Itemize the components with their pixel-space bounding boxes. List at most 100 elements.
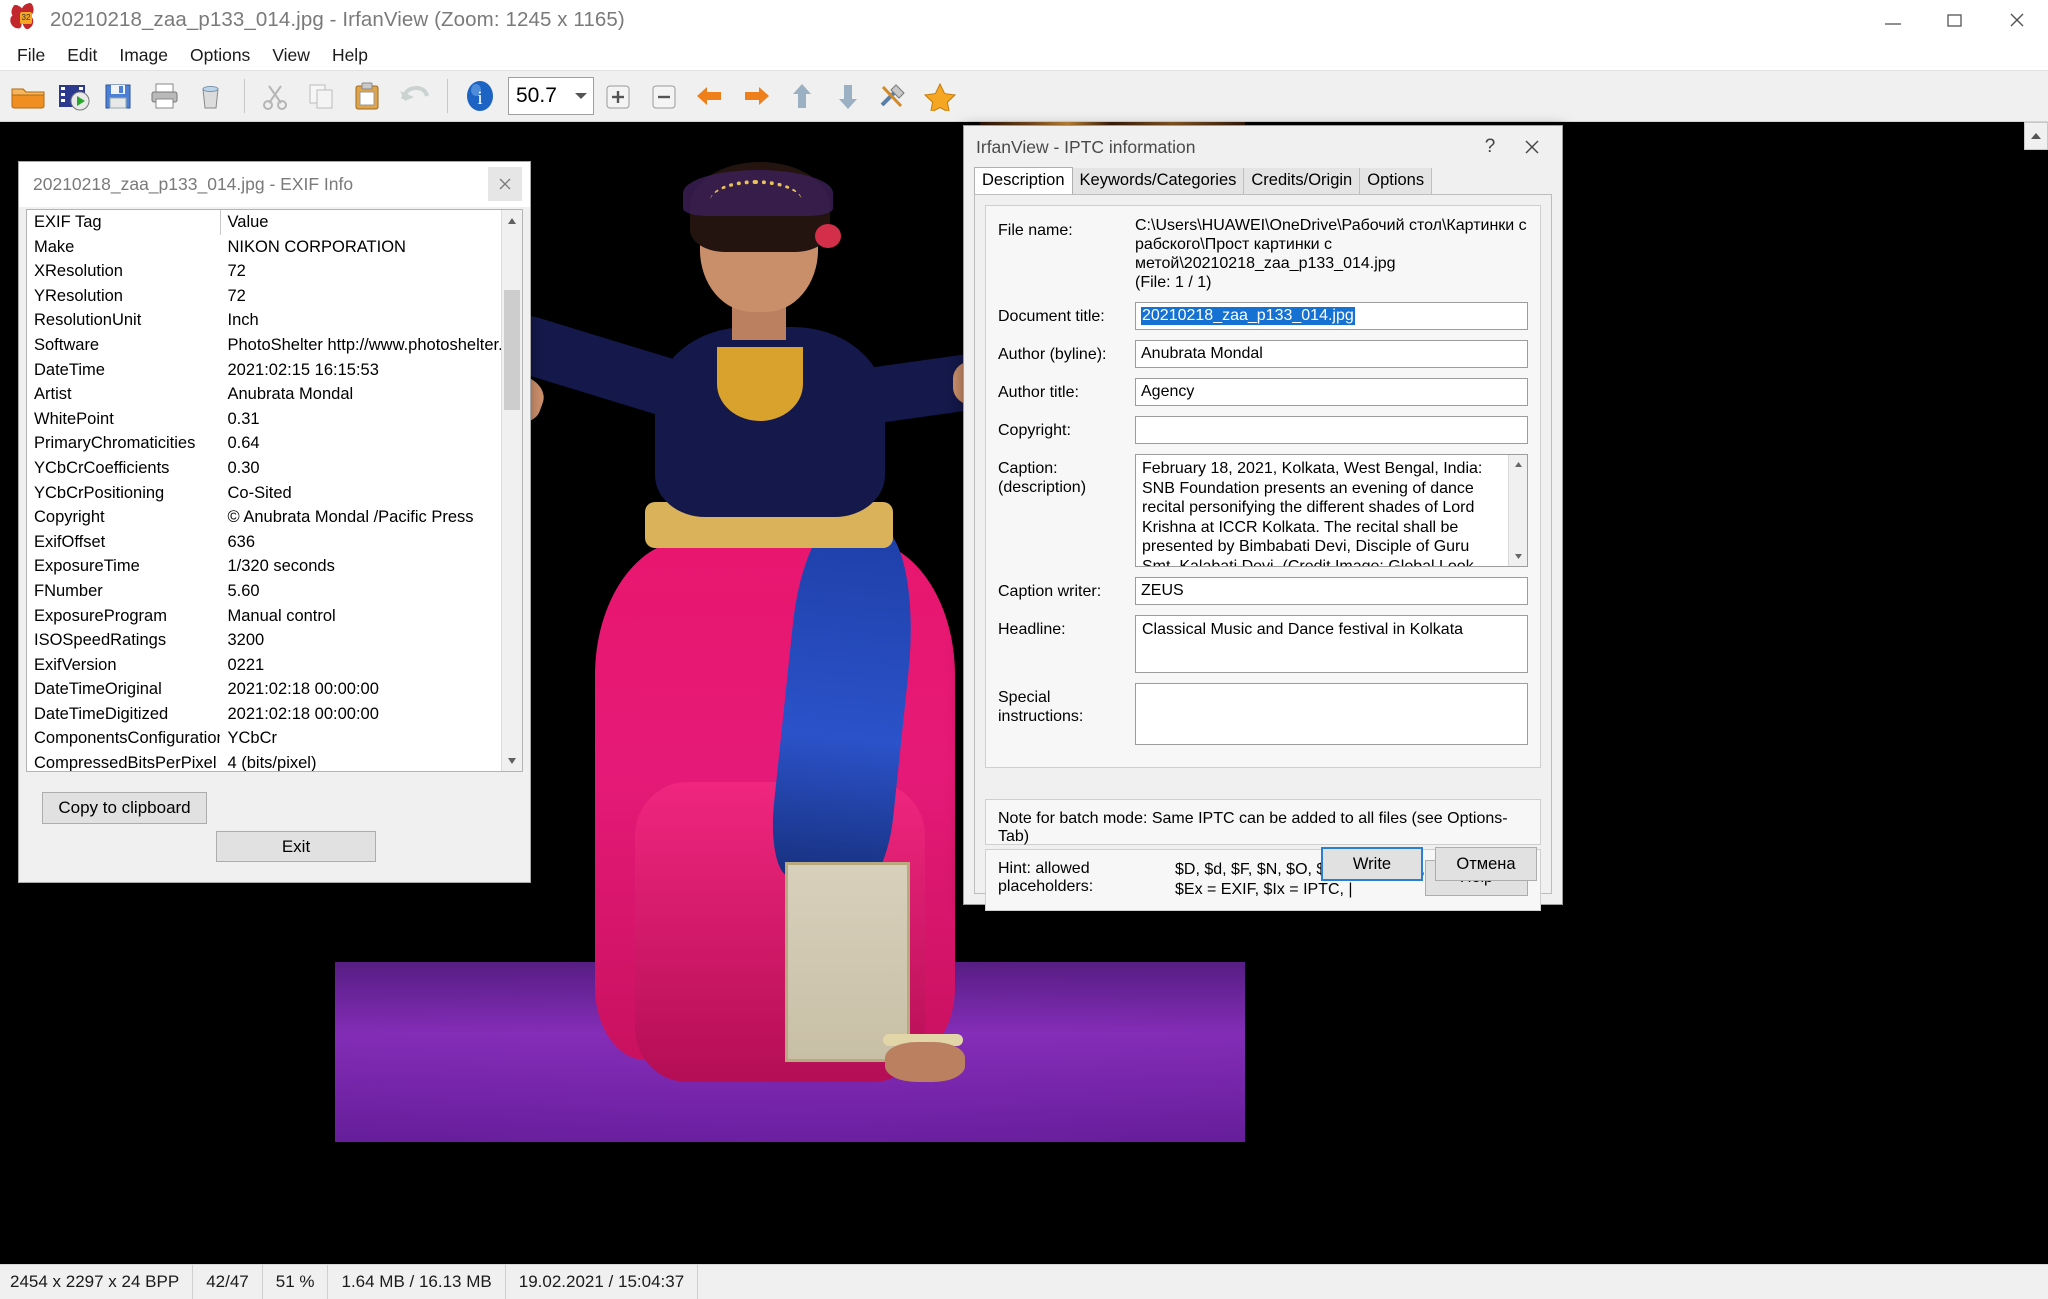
close-icon[interactable] [488,167,522,201]
chevron-down-icon[interactable] [575,93,587,99]
status-datetime: 19.02.2021 / 15:04:37 [506,1265,699,1299]
table-row[interactable]: ComponentsConfiguration YCbCr [27,726,522,752]
maximize-icon[interactable] [1924,0,1986,40]
cancel-button[interactable]: Отмена [1435,847,1537,881]
field-copyright: Copyright: [998,416,1528,444]
author-input[interactable]: Anubrata Mondal [1135,340,1528,368]
chevron-down-icon[interactable] [1509,547,1527,566]
chevron-up-icon[interactable] [502,210,522,231]
table-row[interactable]: Artist Anubrata Mondal [27,382,522,407]
exif-table-container[interactable]: EXIF Tag Value Make NIKON CORPORATION XResol… [26,209,523,772]
table-row[interactable]: ExposureProgram Manual control [27,603,522,629]
field-caption: Caption: (description) February 18, 2021… [998,454,1528,567]
info-icon[interactable]: i [458,73,502,119]
next-icon[interactable] [734,73,778,119]
table-row[interactable]: DateTimeDigitized 2021:02:18 00:00:00 [27,701,522,727]
favorites-icon[interactable] [918,73,962,119]
table-row[interactable]: FNumber 5.60 [27,578,522,604]
scroll-up-button[interactable] [2024,122,2048,150]
table-row[interactable]: ISOSpeedRatings 3200 [27,628,522,653]
exif-value-cell: 72 [227,262,246,281]
table-row[interactable]: ExposureTime 1/320 seconds [27,554,522,579]
menu-options[interactable]: Options [179,43,261,68]
tab-keywords-categories[interactable]: Keywords/Categories [1071,167,1245,194]
scrollbar-thumb[interactable] [504,290,520,410]
table-row[interactable]: YResolution 72 [27,283,522,309]
table-row[interactable]: WhitePoint 0.31 [27,406,522,432]
zoom-out-icon[interactable] [642,73,686,119]
last-icon[interactable] [826,73,870,119]
delete-icon[interactable] [190,73,234,119]
chevron-down-icon[interactable] [502,750,522,771]
exif-scrollbar[interactable] [501,210,522,771]
settings-icon[interactable] [872,73,916,119]
table-row[interactable]: XResolution 72 [27,259,522,284]
close-icon[interactable] [1986,0,2048,40]
table-row[interactable]: ResolutionUnit Inch [27,308,522,333]
question-mark-icon[interactable]: ? [1476,134,1504,160]
field-special-instructions: Special instructions: [998,683,1528,745]
copyright-input[interactable] [1135,416,1528,444]
table-row[interactable]: Copyright © Anubrata Mondal /Pacific Pres… [27,505,522,530]
caption-writer-input[interactable]: ZEUS [1135,577,1528,605]
chevron-up-icon[interactable] [1509,455,1527,474]
hint-label: Hint: allowed placeholders: [998,860,1094,895]
caption-label: Caption: (description) [998,454,1135,497]
status-dimensions: 2454 x 2297 x 24 BPP [0,1265,194,1299]
slideshow-icon[interactable] [52,73,96,119]
paste-icon[interactable] [347,73,391,119]
copy-to-clipboard-button[interactable]: Copy to clipboard [42,792,207,824]
menu-view[interactable]: View [261,43,321,68]
table-row[interactable]: DateTime 2021:02:15 16:15:53 [27,357,522,383]
cut-icon[interactable] [255,73,299,119]
caption-label-line2: (description) [998,479,1087,496]
field-headline: Headline: Classical Music and Dance fest… [998,615,1528,673]
first-icon[interactable] [780,73,824,119]
open-folder-icon[interactable] [6,73,50,119]
print-icon[interactable] [144,73,188,119]
exif-value-cell: 2021:02:15 16:15:53 [227,360,379,379]
close-icon[interactable] [1512,132,1552,162]
menu-file[interactable]: File [6,43,56,68]
exif-value-cell: 72 [227,286,246,305]
table-row[interactable]: DateTimeOriginal 2021:02:18 00:00:00 [27,677,522,702]
menu-image[interactable]: Image [108,43,179,68]
zoom-in-icon[interactable] [596,73,640,119]
tab-credits-origin[interactable]: Credits/Origin [1243,167,1361,194]
exit-button[interactable]: Exit [216,831,376,862]
document-title-input[interactable]: 20210218_zaa_p133_014.jpg [1135,302,1528,330]
table-row[interactable]: YCbCrCoefficients 0.30 [27,455,522,481]
caption-textarea[interactable]: February 18, 2021, Kolkata, West Bengal,… [1135,454,1528,567]
copy-icon[interactable] [301,73,345,119]
author-title-input[interactable]: Agency [1135,378,1528,406]
toolbar-separator [244,79,245,113]
tab-options[interactable]: Options [1359,167,1433,194]
write-button[interactable]: Write [1321,847,1423,881]
iptc-dialog-title: IrfanView - IPTC information [976,136,1196,157]
minimize-icon[interactable] [1862,0,1924,40]
previous-icon[interactable] [688,73,732,119]
exif-table: EXIF Tag Value Make NIKON CORPORATION XResol… [27,210,522,771]
zoom-input[interactable]: 50.7 [508,77,594,115]
undo-icon[interactable] [393,73,437,119]
table-row[interactable]: CompressedBitsPerPixel 4 (bits/pixel) [27,751,522,771]
exif-value-cell: 5.60 [227,581,260,600]
tab-description[interactable]: Description [974,167,1073,194]
menu-edit[interactable]: Edit [56,43,108,68]
table-row[interactable]: Make NIKON CORPORATION [27,234,522,260]
exif-tag-cell: CompressedBitsPerPixel [27,751,221,771]
exif-tag-cell: ExposureTime [27,554,221,579]
table-row[interactable]: PrimaryChromaticities 0.64 [27,431,522,456]
caption-scrollbar[interactable] [1508,455,1527,566]
table-row[interactable]: ExifOffset 636 [27,529,522,555]
table-row[interactable]: Software PhotoShelter http://www.photoshe… [27,332,522,358]
headline-textarea[interactable]: Classical Music and Dance festival in Ko… [1135,615,1528,673]
exif-tag-cell: FNumber [27,578,221,604]
special-instructions-textarea[interactable] [1135,683,1528,745]
menu-help[interactable]: Help [321,43,379,68]
exif-tag-cell: Software [27,332,221,358]
save-icon[interactable] [98,73,142,119]
table-row[interactable]: YCbCrPositioning Co-Sited [27,480,522,506]
exif-tag-cell: DateTimeOriginal [27,677,221,702]
table-row[interactable]: ExifVersion 0221 [27,652,522,678]
